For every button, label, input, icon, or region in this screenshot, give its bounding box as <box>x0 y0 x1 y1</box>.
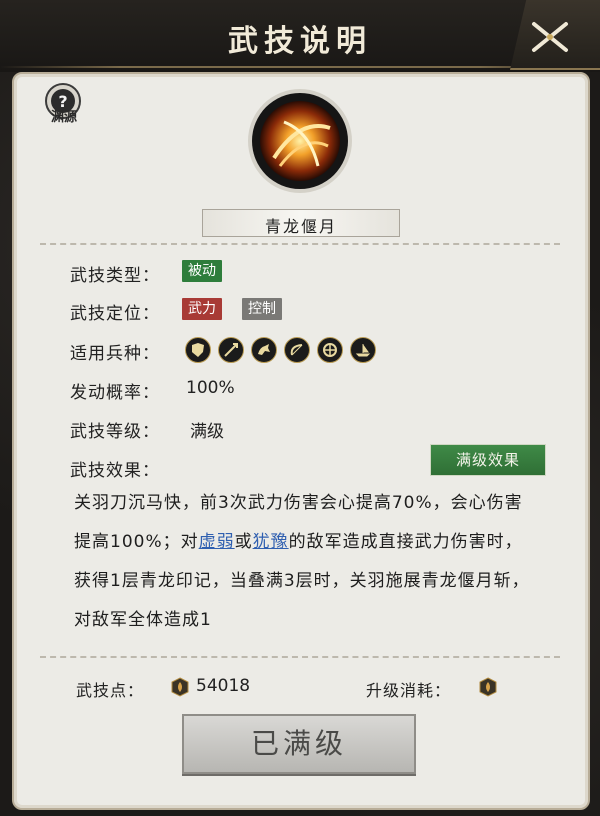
skill-effect-label: 武技效果： <box>70 461 160 481</box>
description-part-2: 或 <box>234 532 253 552</box>
skill-type-label: 武技类型： <box>70 266 160 286</box>
trigger-rate-label: 发动概率： <box>70 383 160 403</box>
divider-top <box>40 243 560 245</box>
units-label: 适用兵种： <box>70 344 160 364</box>
cavalry-unit-icon <box>251 337 277 363</box>
header-divider <box>0 66 600 68</box>
skill-points-label: 武技点： <box>76 681 145 700</box>
passive-tag: 被动 <box>182 260 222 282</box>
skill-name: 青龙偃月 <box>264 217 337 236</box>
hesitate-status-link[interactable]: 犹豫 <box>253 532 289 552</box>
close-icon[interactable] <box>528 18 572 56</box>
skill-points-value: 54018 <box>196 676 251 696</box>
header-bar: 武技说明 <box>0 0 600 72</box>
trigger-rate-value: 100% <box>186 378 235 398</box>
skill-icon <box>248 89 352 193</box>
upgrade-cost-icon <box>479 677 497 697</box>
shield-unit-icon <box>185 337 211 363</box>
upgrade-cost-label: 升级消耗： <box>366 681 452 700</box>
description-fade <box>60 630 540 656</box>
ship-unit-icon <box>350 337 376 363</box>
maxed-button[interactable]: 已满级 <box>182 714 416 774</box>
max-effect-button[interactable]: 满级效果 <box>430 444 546 476</box>
control-tag: 控制 <box>242 298 282 320</box>
origin-label[interactable]: 渊源 <box>40 106 88 125</box>
bow-unit-icon <box>284 337 310 363</box>
force-tag: 武力 <box>182 298 222 320</box>
page-title: 武技说明 <box>228 24 372 59</box>
skill-level-label: 武技等级： <box>70 422 160 442</box>
skill-name-plate: 青龙偃月 <box>202 209 400 237</box>
weak-status-link[interactable]: 虚弱 <box>199 532 235 552</box>
skill-point-icon <box>171 677 189 697</box>
skill-level-value: 满级 <box>190 422 224 442</box>
divider-bottom <box>40 656 560 658</box>
skill-description: 关羽刀沉马快，前3次武力伤害会心提高70%，会心伤害提高100%；对虚弱或犹豫的… <box>74 484 534 640</box>
spear-unit-icon <box>218 337 244 363</box>
skill-position-label: 武技定位： <box>70 304 160 324</box>
chariot-unit-icon <box>317 337 343 363</box>
